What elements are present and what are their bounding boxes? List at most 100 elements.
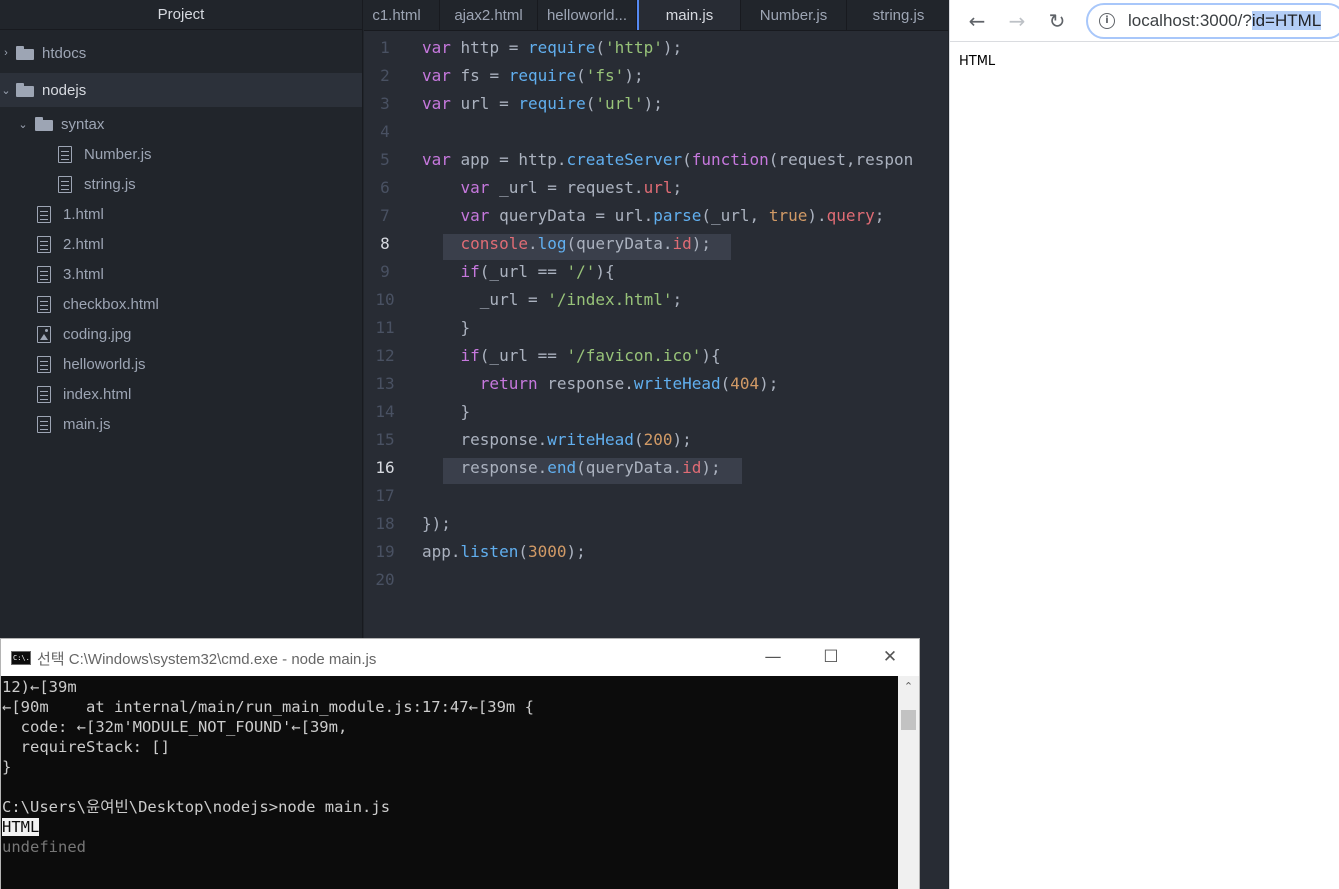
- minimize-icon[interactable]: —: [753, 645, 793, 669]
- scrollbar-thumb[interactable]: [901, 710, 916, 730]
- tab-label: string.js: [872, 7, 925, 24]
- code-line: 14 }: [375, 402, 471, 421]
- console-line-selected: HTML: [2, 817, 40, 837]
- folder-icon: [16, 46, 34, 60]
- code-line: 12 if(_url == '/favicon.ico'){: [375, 346, 721, 365]
- tab-label: c1.html: [372, 7, 421, 24]
- file-text-icon: [37, 235, 51, 253]
- code-line: 19 app.listen(3000);: [375, 542, 586, 561]
- tree-file-checkbox-html[interactable]: checkbox.html: [0, 289, 362, 319]
- tab-label: ajax2.html: [454, 7, 523, 24]
- code-line: 10 _url = '/index.html';: [375, 290, 683, 309]
- info-icon[interactable]: i: [1099, 13, 1115, 29]
- tree-label: syntax: [61, 115, 105, 133]
- tab-number-js[interactable]: Number.js: [741, 0, 847, 30]
- code-line: 6 var _url = request.url;: [380, 178, 683, 197]
- image-file-icon: [37, 325, 51, 343]
- url-prefix: localhost:3000/?: [1128, 11, 1252, 30]
- console-line: requireStack: []: [2, 738, 170, 756]
- folder-icon: [35, 117, 53, 131]
- maximize-icon[interactable]: ☐: [811, 645, 851, 669]
- tree-file-index-html[interactable]: index.html: [0, 379, 362, 409]
- tree-label: nodejs: [42, 81, 87, 99]
- chevron-down-icon: ⌄: [18, 118, 28, 131]
- tab-ajax2-html[interactable]: ajax2.html: [440, 0, 538, 30]
- code-line: 16 response.end(queryData.id);: [375, 458, 721, 477]
- code-line: 1 var http = require('http');: [380, 38, 683, 57]
- close-icon[interactable]: ✕: [870, 645, 910, 669]
- file-text-icon: [37, 385, 51, 403]
- cmd-app-icon: C:\.: [11, 651, 31, 665]
- page-body-text: HTML: [959, 54, 996, 69]
- tree-label: htdocs: [42, 44, 87, 62]
- code-line: 11 }: [375, 318, 471, 337]
- tree-label: helloworld.js: [63, 355, 146, 373]
- code-line: 20: [375, 570, 395, 589]
- back-icon[interactable]: ←: [962, 6, 992, 36]
- console-line: 12)←[39m: [2, 678, 77, 696]
- file-text-icon: [37, 205, 51, 223]
- cmd-console[interactable]: 12)←[39m ←[90m at internal/main/run_main…: [1, 676, 898, 889]
- tree-file-helloworld-js[interactable]: helloworld.js: [0, 349, 362, 379]
- chevron-right-icon: ›: [4, 47, 8, 59]
- tab-helloworld[interactable]: helloworld...: [538, 0, 637, 30]
- code-line: 13 return response.writeHead(404);: [375, 374, 779, 393]
- file-text-icon: [37, 415, 51, 433]
- file-text-icon: [37, 355, 51, 373]
- browser-window: ← → ↻ i localhost:3000/?id=HTML HTML: [949, 0, 1339, 889]
- address-bar[interactable]: i localhost:3000/?id=HTML: [1086, 3, 1339, 39]
- tab-main-js[interactable]: main.js: [637, 0, 741, 30]
- tree-folder-syntax[interactable]: ⌄ syntax: [0, 109, 362, 139]
- tree-label: 2.html: [63, 235, 104, 253]
- code-line: 9 if(_url == '/'){: [380, 262, 615, 281]
- tab-1-html[interactable]: c1.html: [364, 0, 440, 30]
- tab-label: helloworld...: [546, 7, 628, 24]
- tree-file-3-html[interactable]: 3.html: [0, 259, 362, 289]
- url-text[interactable]: localhost:3000/?id=HTML: [1128, 11, 1322, 31]
- file-text-icon: [58, 145, 72, 163]
- tree-file-2-html[interactable]: 2.html: [0, 229, 362, 259]
- code-line: 8 console.log(queryData.id);: [380, 234, 712, 253]
- code-line: 3 var url = require('url');: [380, 94, 663, 113]
- tree-folder-htdocs[interactable]: › htdocs: [0, 38, 362, 68]
- cmd-window: C:\. 선택 C:\Windows\system32\cmd.exe - no…: [0, 638, 920, 889]
- code-line: 7 var queryData = url.parse(_url, true).…: [380, 206, 885, 225]
- reload-icon[interactable]: ↻: [1042, 6, 1072, 36]
- tree-file-1-html[interactable]: 1.html: [0, 199, 362, 229]
- url-selection: id=HTML: [1251, 11, 1322, 30]
- console-line: ←[90m at internal/main/run_main_module.j…: [2, 698, 534, 716]
- cmd-title: 선택 C:\Windows\system32\cmd.exe - node ma…: [37, 651, 377, 668]
- folder-icon: [16, 83, 34, 97]
- forward-icon[interactable]: →: [1002, 6, 1032, 36]
- code-line: 2 var fs = require('fs');: [380, 66, 644, 85]
- browser-toolbar: ← → ↻ i localhost:3000/?id=HTML: [950, 0, 1339, 42]
- chevron-down-icon: ⌄: [1, 84, 11, 97]
- cmd-titlebar[interactable]: C:\. 선택 C:\Windows\system32\cmd.exe - no…: [1, 639, 919, 676]
- code-line: 4: [380, 122, 390, 141]
- tab-label: main.js: [665, 7, 714, 24]
- sidebar-title: Project: [0, 0, 362, 30]
- cmd-scrollbar[interactable]: ⌃: [898, 676, 919, 889]
- console-line: C:\Users\윤여빈\Desktop\nodejs>node main.js: [2, 798, 391, 816]
- tree-file-coding-jpg[interactable]: coding.jpg: [0, 319, 362, 349]
- tree-label: checkbox.html: [63, 295, 159, 313]
- tree-file-string-js[interactable]: string.js: [0, 169, 362, 199]
- code-line: 18});: [375, 514, 451, 533]
- scroll-up-icon[interactable]: ⌃: [898, 678, 919, 696]
- tree-label: string.js: [84, 175, 136, 193]
- file-text-icon: [37, 295, 51, 313]
- tab-string-js[interactable]: string.js: [847, 0, 948, 30]
- code-line: 17: [375, 486, 395, 505]
- tree-label: 3.html: [63, 265, 104, 283]
- selected-text: HTML: [2, 818, 40, 836]
- console-line: undefined: [2, 838, 86, 856]
- editor-tab-bar: c1.html ajax2.html helloworld... main.js…: [364, 0, 948, 31]
- code-line: 15 response.writeHead(200);: [375, 430, 692, 449]
- tab-label: Number.js: [759, 7, 828, 24]
- tree-file-number-js[interactable]: Number.js: [0, 139, 362, 169]
- console-line: code: ←[32m'MODULE_NOT_FOUND'←[39m,: [2, 718, 348, 736]
- tree-file-main-js[interactable]: main.js: [0, 409, 362, 439]
- tree-label: coding.jpg: [63, 325, 132, 343]
- tree-label: index.html: [63, 385, 132, 403]
- tree-folder-nodejs[interactable]: ⌄ nodejs: [0, 73, 362, 107]
